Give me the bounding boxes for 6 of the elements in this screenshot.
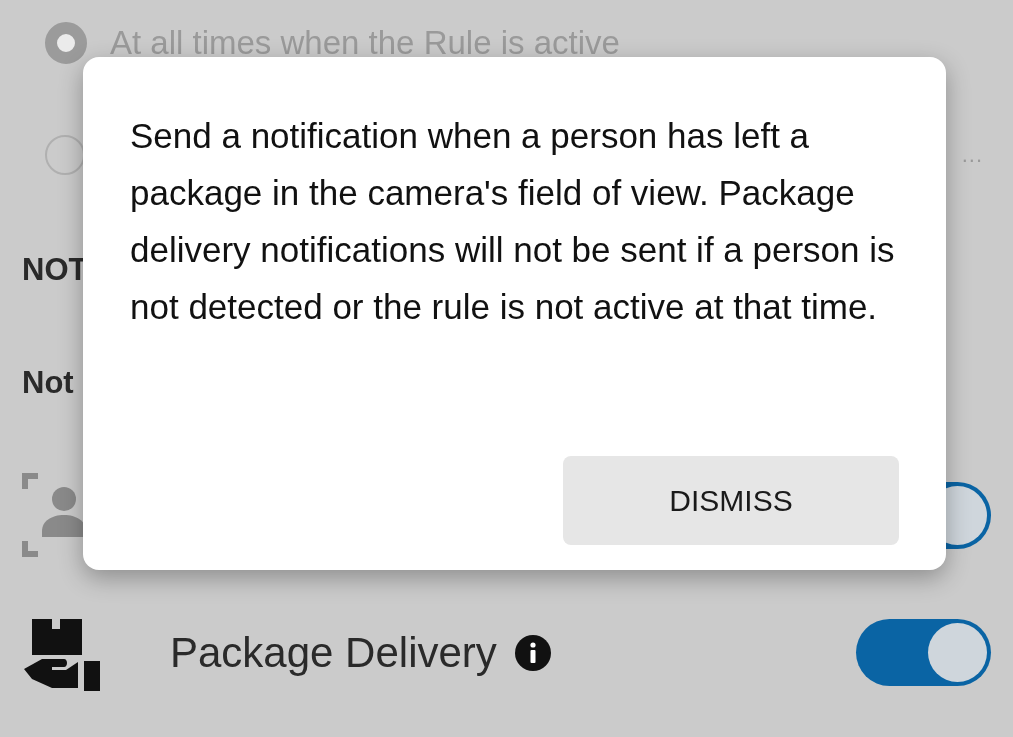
dismiss-button[interactable]: DISMISS <box>563 456 899 545</box>
detection-label: Package Delivery <box>170 628 497 677</box>
overflow-mark: ... <box>961 142 983 168</box>
section-heading: NOT <box>22 252 88 288</box>
dialog-message: Send a notification when a person has left a package in the camera's field of view. Package delivery notifications will not be sent if a person is not detected or the rule is not active at that time. <box>130 115 896 328</box>
subheading: Not <box>22 364 74 401</box>
